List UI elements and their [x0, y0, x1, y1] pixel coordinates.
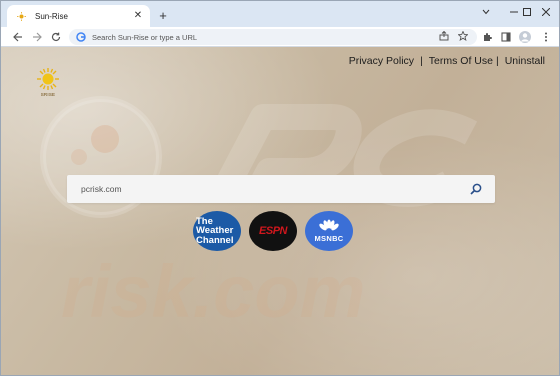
msnbc-shortcut[interactable]: MSNBC	[305, 211, 353, 251]
address-bar[interactable]: Search Sun-Rise or type a URL	[69, 29, 477, 45]
link-separator: |	[420, 55, 423, 67]
privacy-policy-link[interactable]: Privacy Policy	[349, 55, 414, 67]
share-icon[interactable]	[438, 30, 450, 42]
tab-title: Sun-Rise	[35, 11, 68, 21]
browser-window: Sun-Rise ✕ + Search Sun-Rise or type a U…	[0, 0, 560, 376]
chevron-down-icon[interactable]	[473, 4, 499, 20]
tab-sun-rise[interactable]: Sun-Rise ✕	[7, 5, 150, 27]
sun-rise-logo: SRISE	[35, 67, 61, 101]
page-content: risk.com Privacy Policy | Terms Of Use |…	[1, 47, 559, 375]
search-icon[interactable]	[469, 182, 483, 196]
side-panel-icon[interactable]	[499, 30, 513, 44]
forward-icon[interactable]	[29, 29, 45, 45]
weather-channel-shortcut[interactable]: The Weather Channel	[193, 211, 241, 251]
search-input[interactable]: pcrisk.com	[81, 184, 495, 194]
espn-shortcut[interactable]: ESPN	[249, 211, 297, 251]
espn-label: ESPN	[259, 225, 287, 237]
close-icon[interactable]: ✕	[132, 10, 144, 22]
link-separator: |	[495, 55, 499, 67]
profile-avatar-icon[interactable]	[518, 30, 532, 44]
uninstall-link[interactable]: Uninstall	[505, 55, 545, 67]
terms-of-use-link[interactable]: Terms Of Use	[429, 55, 493, 67]
tab-strip: Sun-Rise ✕ +	[1, 1, 559, 27]
shortcut-tiles: The Weather Channel ESPN MSNBC	[193, 211, 353, 251]
search-box[interactable]: pcrisk.com	[67, 175, 495, 203]
weather-line-3: Channel	[196, 234, 234, 246]
svg-text:risk.com: risk.com	[61, 250, 365, 333]
peacock-icon	[319, 219, 339, 231]
bookmark-star-icon[interactable]	[457, 30, 469, 42]
address-placeholder: Search Sun-Rise or type a URL	[92, 32, 198, 42]
back-icon[interactable]	[10, 29, 26, 45]
sun-favicon-icon	[17, 11, 26, 21]
menu-kebab-icon[interactable]	[539, 30, 553, 44]
new-tab-button[interactable]: +	[156, 8, 170, 23]
sun-logo-icon	[37, 68, 59, 90]
logo-label: SRISE	[40, 92, 56, 97]
top-links: Privacy Policy | Terms Of Use | Uninstal…	[349, 55, 545, 67]
google-search-icon	[76, 32, 86, 42]
msnbc-label: MSNBC	[314, 234, 344, 243]
close-window-icon[interactable]	[533, 4, 559, 20]
toolbar: Search Sun-Rise or type a URL	[1, 27, 559, 47]
extensions-icon[interactable]	[480, 30, 494, 44]
reload-icon[interactable]	[48, 29, 64, 45]
